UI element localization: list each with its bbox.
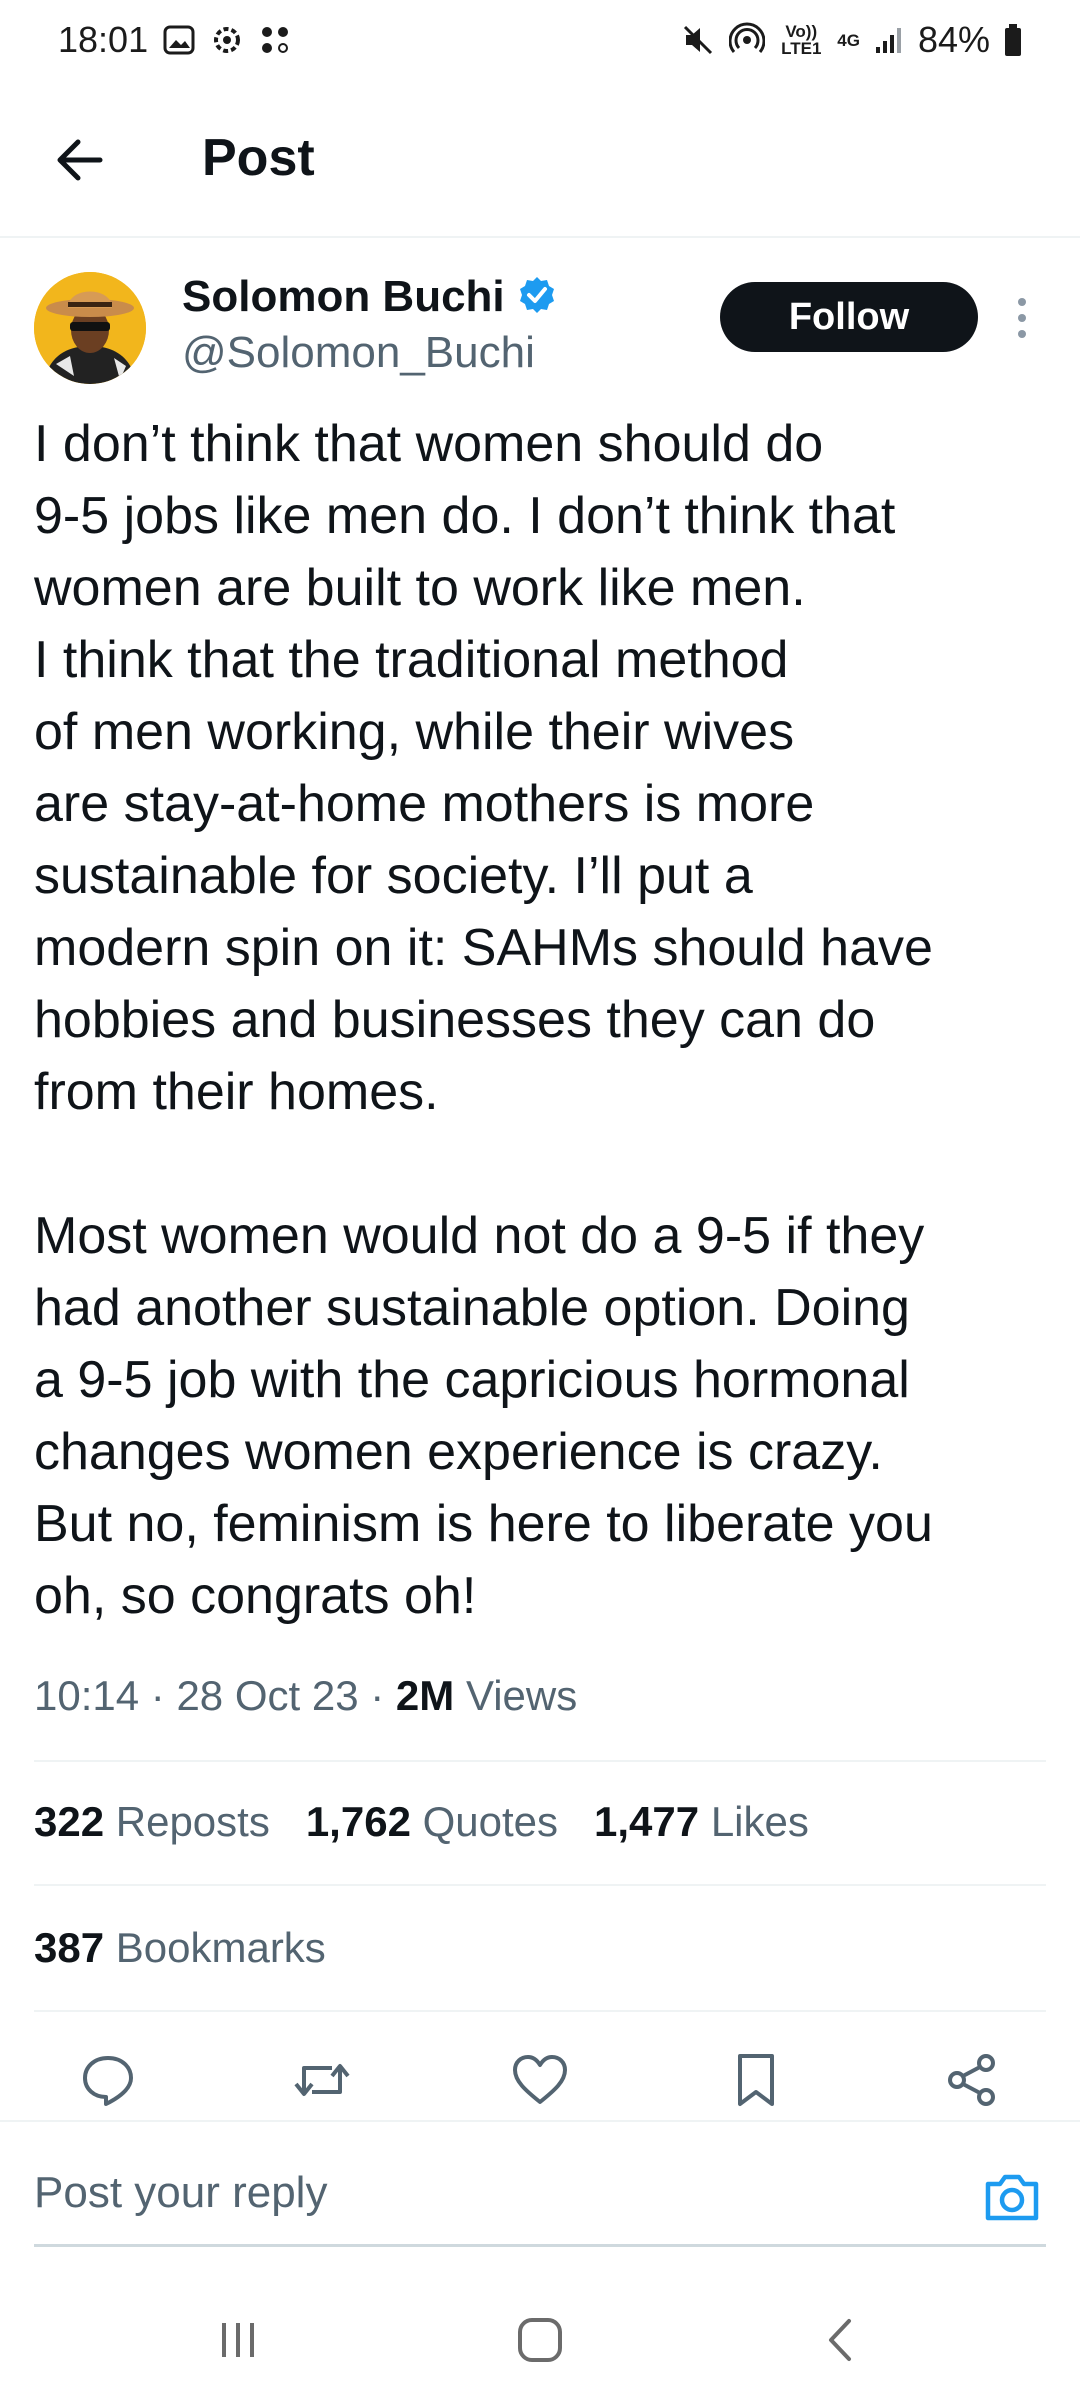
- divider: [34, 1884, 1046, 1886]
- divider: [34, 1760, 1046, 1762]
- user-handle[interactable]: @Solomon_Buchi: [182, 328, 535, 378]
- bookmarks-stat[interactable]: 387 Bookmarks: [34, 1924, 326, 1972]
- gallery-icon: [162, 23, 196, 57]
- bookmark-icon[interactable]: [724, 2048, 788, 2112]
- reply-icon[interactable]: [76, 2048, 140, 2112]
- meta-separator: ·: [370, 1672, 385, 1719]
- status-bar: 18:01 Vo)) LTE1 4G 84%: [0, 0, 1080, 80]
- action-bar: [0, 2040, 1080, 2120]
- post-screen: 18:01 Vo)) LTE1 4G 84% Post Solomon Buch…: [0, 0, 1080, 2400]
- likes-stat[interactable]: 1,477 Likes: [594, 1798, 809, 1846]
- battery-icon: [1004, 23, 1022, 57]
- bookmarks-label: Bookmarks: [115, 1924, 326, 1971]
- follow-button[interactable]: Follow: [720, 282, 978, 352]
- avatar[interactable]: [34, 272, 146, 384]
- likes-label: Likes: [710, 1798, 809, 1845]
- reply-composer: Post your reply: [0, 2120, 1080, 2252]
- settings-icon: [210, 23, 244, 57]
- post-time: 10:14: [34, 1672, 140, 1719]
- system-nav-bar: [0, 2270, 1080, 2400]
- signal-icon: [874, 25, 904, 55]
- home-icon[interactable]: [510, 2310, 570, 2370]
- share-icon[interactable]: [940, 2048, 1004, 2112]
- status-time: 18:01: [58, 19, 149, 60]
- verified-badge-icon: [517, 275, 557, 320]
- like-heart-icon[interactable]: [508, 2048, 572, 2112]
- mute-icon: [681, 23, 715, 57]
- meta-separator: ·: [150, 1672, 165, 1719]
- reply-input[interactable]: Post your reply: [34, 2168, 327, 2218]
- top-app-bar: Post: [0, 80, 1080, 238]
- engagement-stats: 322 Reposts 1,762 Quotes 1,477 Likes: [34, 1798, 809, 1846]
- network-label: Vo)) LTE1: [781, 22, 822, 58]
- reposts-count: 322: [34, 1798, 105, 1845]
- likes-count: 1,477: [594, 1798, 700, 1845]
- camera-icon[interactable]: [982, 2168, 1042, 2228]
- divider: [34, 2010, 1046, 2012]
- views-count[interactable]: 2M: [396, 1672, 454, 1719]
- back-nav-icon[interactable]: [812, 2310, 872, 2370]
- reposts-label: Reposts: [115, 1798, 270, 1845]
- post-meta: 10:14 · 28 Oct 23 · 2M Views: [34, 1672, 577, 1720]
- views-label[interactable]: Views: [466, 1672, 577, 1719]
- hotspot-icon: [729, 22, 766, 58]
- page-title: Post: [202, 129, 315, 187]
- post-text: I don’t think that women should do 9-5 j…: [34, 415, 933, 1625]
- network-gen: 4G: [837, 30, 860, 50]
- reposts-stat[interactable]: 322 Reposts: [34, 1798, 270, 1846]
- repost-icon[interactable]: [290, 2048, 354, 2112]
- post-date: 28 Oct 23: [176, 1672, 359, 1719]
- more-options-icon[interactable]: [1010, 294, 1034, 342]
- quotes-count: 1,762: [305, 1798, 411, 1845]
- display-name[interactable]: Solomon Buchi: [182, 272, 505, 322]
- back-arrow-icon[interactable]: [50, 130, 110, 190]
- recents-icon[interactable]: [208, 2310, 268, 2370]
- quotes-stat[interactable]: 1,762 Quotes: [306, 1798, 558, 1846]
- dots-icon: [258, 23, 292, 57]
- bookmarks-count: 387: [34, 1924, 105, 1971]
- quotes-label: Quotes: [422, 1798, 559, 1845]
- battery-percent: 84%: [917, 19, 990, 60]
- reply-underline: [34, 2244, 1046, 2247]
- author-row: Solomon Buchi @Solomon_Buchi Follow: [0, 238, 1080, 398]
